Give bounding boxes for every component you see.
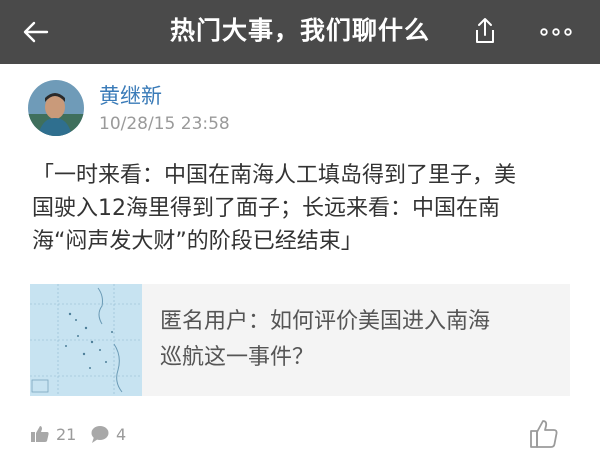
comment-icon [91, 426, 109, 443]
page-title: 热门大事，我们聊什么 [169, 16, 430, 45]
share-icon[interactable] [468, 14, 502, 48]
post-line-2: 国驶入12海里得到了面子；长远来看：中国在南 [32, 196, 500, 221]
thumbs-up-icon[interactable] [528, 418, 560, 450]
more-dots-icon[interactable] [538, 22, 574, 42]
post-footer: 21 4 [0, 418, 600, 450]
comment-count-group[interactable]: 4 [90, 422, 126, 446]
linked-answer-line-2: 巡航这一事件？ [160, 345, 315, 370]
like-count: 21 [56, 424, 77, 444]
avatar-photo [28, 80, 84, 136]
post-timestamp: 10/28/15 23:58 [99, 114, 230, 134]
like-count-group[interactable]: 21 [30, 422, 76, 446]
author-avatar[interactable] [28, 80, 84, 136]
comment-count: 4 [116, 424, 127, 444]
top-bar: 热门大事，我们聊什么 [0, 0, 600, 64]
post-line-1: 「一时来看：中国在南海人工填岛得到了里子，美 [32, 163, 517, 188]
post-body: 「一时来看：中国在南海人工填岛得到了里子，美 国驶入12海里得到了面子；长远来看… [32, 159, 572, 258]
map-thumbnail [30, 284, 142, 396]
like-icon [31, 426, 49, 442]
linked-answer-card[interactable]: 匿名用户：如何评价美国进入南海 巡航这一事件？ [30, 284, 570, 396]
linked-answer-line-1: 匿名用户：如何评价美国进入南海 [160, 309, 491, 334]
linked-answer-title: 匿名用户：如何评价美国进入南海 巡航这一事件？ [160, 304, 558, 376]
post-line-3: 海“闷声发大财”的阶段已经结束」 [32, 229, 363, 254]
author-name[interactable]: 黄继新 [99, 80, 162, 110]
